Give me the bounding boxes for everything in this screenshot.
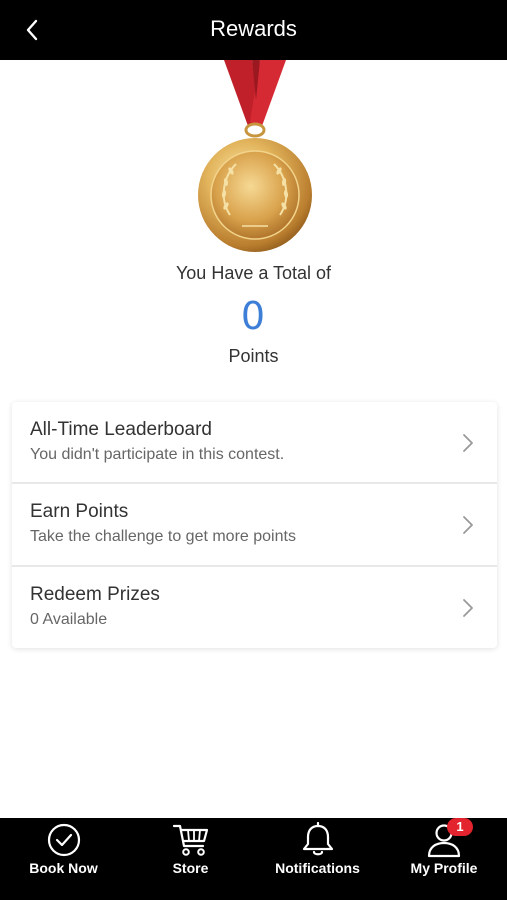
nav-store[interactable]: Store — [127, 818, 254, 900]
nav-notifications-label: Notifications — [275, 860, 360, 876]
nav-book-now[interactable]: Book Now — [0, 818, 127, 900]
redeem-prizes-subtitle: 0 Available — [30, 611, 108, 628]
redeem-prizes-title: Redeem Prizes — [30, 584, 160, 605]
nav-notifications[interactable]: Notifications — [254, 818, 381, 900]
leaderboard-title: All-Time Leaderboard — [30, 419, 212, 440]
nav-book-now-label: Book Now — [29, 860, 98, 876]
total-label: You Have a Total of — [175, 263, 332, 283]
points-value: 0 — [240, 294, 267, 338]
nav-my-profile-label: My Profile — [410, 860, 478, 876]
nav-my-profile[interactable]: My Profile — [381, 818, 507, 900]
leaderboard-subtitle: You didn't participate in this contest. — [30, 446, 285, 463]
medal-image — [190, 60, 320, 260]
profile-notification-badge: 1 — [447, 818, 473, 836]
nav-store-label: Store — [172, 860, 209, 876]
chevron-right-icon — [463, 434, 473, 452]
rewards-menu-card: All-Time Leaderboard You didn't particip… — [12, 402, 497, 648]
bottom-nav: Book Now Store Notifications My Profile — [0, 818, 507, 900]
cart-icon — [172, 824, 208, 856]
chevron-right-icon — [463, 599, 473, 617]
page-title: Rewards — [210, 16, 297, 41]
earn-points-subtitle: Take the challenge to get more points — [30, 528, 296, 545]
points-label: Points — [228, 346, 279, 366]
earn-points-item[interactable]: Earn Points Take the challenge to get mo… — [12, 484, 497, 566]
redeem-prizes-item[interactable]: Redeem Prizes 0 Available — [12, 567, 497, 649]
leaderboard-item[interactable]: All-Time Leaderboard You didn't particip… — [12, 402, 497, 484]
chevron-right-icon — [463, 516, 473, 534]
check-circle-icon — [47, 823, 80, 857]
header-bar: Rewards — [0, 0, 507, 60]
back-button[interactable] — [14, 12, 50, 48]
chevron-left-icon — [26, 19, 38, 41]
earn-points-title: Earn Points — [30, 501, 129, 522]
bell-icon — [302, 822, 333, 856]
